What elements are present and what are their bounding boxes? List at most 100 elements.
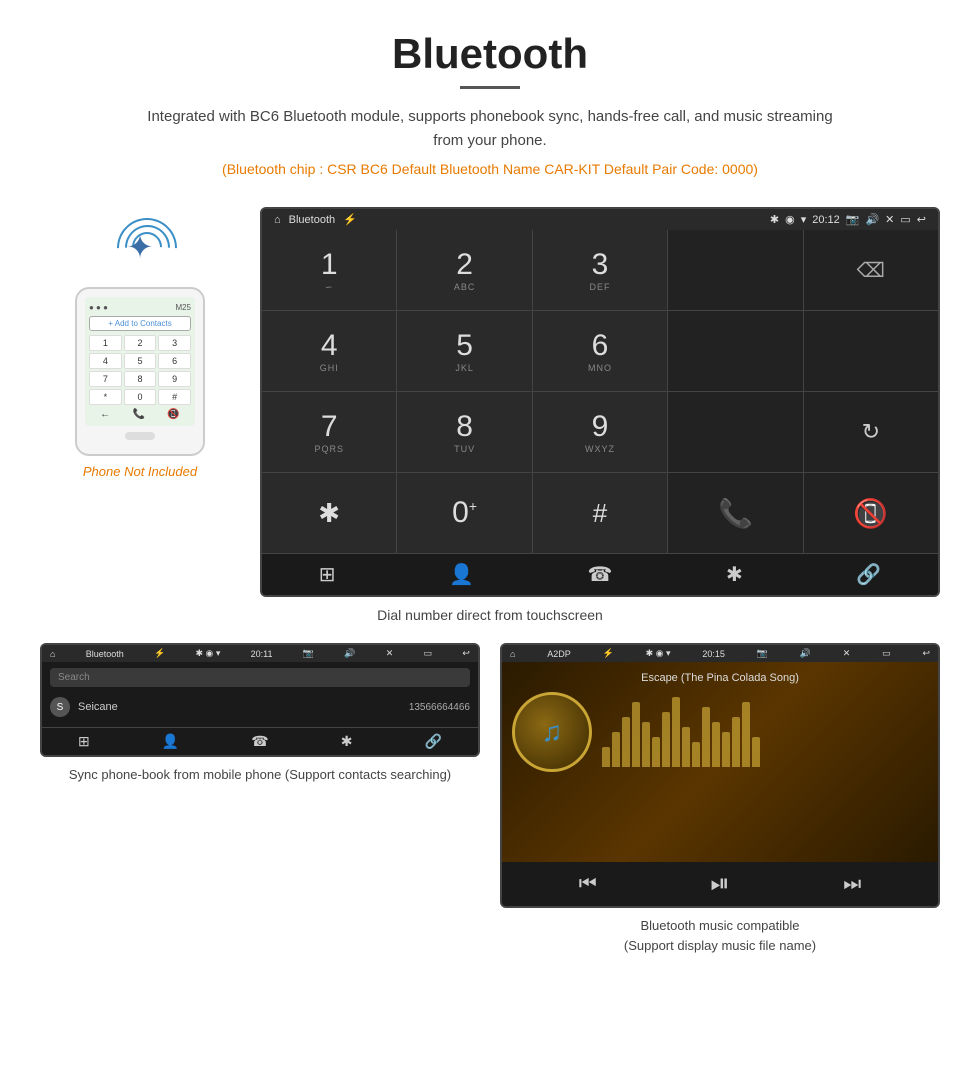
dial-backspace[interactable]: ⌫ [804, 230, 938, 310]
phone-key-7[interactable]: 7 [89, 371, 122, 387]
page-description: Integrated with BC6 Bluetooth module, su… [140, 105, 840, 153]
ms-win[interactable]: ▭ [882, 648, 891, 659]
dial-caption: Dial number direct from touchscreen [0, 607, 980, 623]
contact-row[interactable]: S Seicane 13566664466 [50, 693, 470, 721]
pb-back[interactable]: ↩ [462, 648, 470, 659]
pb-home-icon[interactable]: ⌂ [50, 649, 55, 659]
dial-key-9[interactable]: 9 WXYZ [533, 392, 667, 472]
pb-nav-bt[interactable]: ✱ [341, 733, 353, 750]
pb-vol[interactable]: 🔊 [344, 648, 355, 659]
nav-phone-icon[interactable]: ☎ [588, 562, 613, 587]
phone-key-hash[interactable]: # [158, 389, 191, 405]
prev-track-button[interactable]: ⏮ [579, 873, 597, 896]
close-icon[interactable]: ✕ [885, 213, 894, 226]
phone-end-btn[interactable]: 📵 [167, 409, 179, 420]
dial-refresh[interactable]: ↻ [804, 392, 938, 472]
phone-key-0[interactable]: 0 [124, 389, 157, 405]
dial-key-star[interactable]: ✱ [262, 473, 396, 553]
phone-not-included-label: Phone Not Included [83, 464, 197, 479]
phone-key-star[interactable]: * [89, 389, 122, 405]
pb-nav-link[interactable]: 🔗 [425, 733, 442, 750]
dial-key-4[interactable]: 4 GHI [262, 311, 396, 391]
dial-key-0[interactable]: 0+ [397, 473, 531, 553]
nav-bluetooth-icon[interactable]: ✱ [726, 562, 743, 587]
dial-key-7[interactable]: 7 PQRS [262, 392, 396, 472]
pb-nav-apps[interactable]: ⊞ [78, 733, 90, 750]
music-controls: ⏮ ⏯ ⏭ [502, 862, 938, 906]
phone-screen-header: ● ● ● M25 [89, 303, 191, 312]
next-track-button[interactable]: ⏭ [843, 873, 861, 896]
phone-call-btn[interactable]: 📞 [133, 409, 145, 420]
car-status-bar: ⌂ Bluetooth ⚡ ✱ ◉ ▾ 20:12 📷 🔊 ✕ ▭ ↩ [262, 209, 938, 230]
phone-key-1[interactable]: 1 [89, 335, 122, 351]
dial-empty-4 [668, 392, 802, 472]
phone-key-5[interactable]: 5 [124, 353, 157, 369]
nav-link-icon[interactable]: 🔗 [856, 562, 881, 587]
ms-title: A2DP [547, 649, 571, 659]
camera-icon[interactable]: 📷 [846, 213, 860, 226]
eq-bar [632, 702, 640, 767]
eq-bar [722, 732, 730, 767]
dial-key-5[interactable]: 5 JKL [397, 311, 531, 391]
nav-contacts-icon[interactable]: 👤 [449, 562, 474, 587]
pb-nav-phone[interactable]: ☎ [251, 733, 268, 750]
play-pause-button[interactable]: ⏯ [710, 870, 729, 898]
music-screen-item: ⌂ A2DP ⚡ ✱ ◉ ▾ 20:15 📷 🔊 ✕ ▭ ↩ Escape (T… [500, 643, 940, 955]
location-icon: ◉ [785, 213, 795, 226]
phone-add-contact[interactable]: + Add to Contacts [89, 316, 191, 331]
eq-bar [752, 737, 760, 767]
pb-camera[interactable]: 📷 [303, 648, 314, 659]
ms-close[interactable]: ✕ [843, 648, 851, 659]
dial-key-8[interactable]: 8 TUV [397, 392, 531, 472]
phonebook-search[interactable]: Search [50, 668, 470, 687]
pb-win[interactable]: ▭ [424, 648, 433, 659]
equalizer-visual [602, 697, 928, 767]
window-icon[interactable]: ▭ [900, 213, 910, 226]
status-time: 20:12 [812, 214, 840, 226]
dial-key-hash[interactable]: # [533, 473, 667, 553]
car-bottom-nav: ⊞ 👤 ☎ ✱ 🔗 [262, 553, 938, 595]
eq-bar [622, 717, 630, 767]
phone-back-btn[interactable]: ← [100, 409, 110, 420]
eq-bar [742, 702, 750, 767]
contact-avatar: S [50, 697, 70, 717]
bottom-screens: ⌂ Bluetooth ⚡ ✱ ◉ ▾ 20:11 📷 🔊 ✕ ▭ ↩ Sear… [0, 643, 980, 955]
volume-icon[interactable]: 🔊 [865, 213, 879, 226]
pb-close[interactable]: ✕ [386, 648, 394, 659]
dial-call-green[interactable]: 📞 [668, 473, 802, 553]
eq-bar [602, 747, 610, 767]
eq-bar [692, 742, 700, 767]
ms-back[interactable]: ↩ [922, 648, 930, 659]
phone-mockup: ✦ ● ● ● M25 + Add to Contacts 1 2 3 4 5 … [40, 207, 240, 597]
back-icon[interactable]: ↩ [917, 213, 926, 226]
ms-vol[interactable]: 🔊 [800, 648, 811, 659]
ms-home-icon[interactable]: ⌂ [510, 649, 515, 659]
ms-camera[interactable]: 📷 [757, 648, 768, 659]
dial-key-3[interactable]: 3 DEF [533, 230, 667, 310]
phone-key-3[interactable]: 3 [158, 335, 191, 351]
nav-apps-icon[interactable]: ⊞ [319, 562, 336, 587]
music-status-bar: ⌂ A2DP ⚡ ✱ ◉ ▾ 20:15 📷 🔊 ✕ ▭ ↩ [502, 645, 938, 662]
phone-carrier: ● ● ● [89, 303, 108, 312]
status-title: Bluetooth [289, 214, 335, 226]
dial-key-1[interactable]: 1 ∽ [262, 230, 396, 310]
bluetooth-status-icon: ✱ [770, 213, 779, 226]
dial-call-red[interactable]: 📵 [804, 473, 938, 553]
phone-home-button[interactable] [125, 432, 155, 440]
ms-bt: ✱ ◉ ▾ [646, 648, 671, 659]
phone-key-9[interactable]: 9 [158, 371, 191, 387]
home-icon[interactable]: ⌂ [274, 214, 281, 226]
status-bar-left: ⌂ Bluetooth ⚡ [274, 213, 357, 226]
phonebook-content: Search S Seicane 13566664466 [42, 662, 478, 727]
pb-nav-contacts[interactable]: 👤 [162, 733, 179, 750]
bluetooth-specs: (Bluetooth chip : CSR BC6 Default Blueto… [20, 161, 960, 177]
phone-key-2[interactable]: 2 [124, 335, 157, 351]
dial-empty-3 [804, 311, 938, 391]
phone-key-4[interactable]: 4 [89, 353, 122, 369]
dial-key-6[interactable]: 6 MNO [533, 311, 667, 391]
phone-key-6[interactable]: 6 [158, 353, 191, 369]
eq-bar [612, 732, 620, 767]
phone-key-8[interactable]: 8 [124, 371, 157, 387]
eq-bar [662, 712, 670, 767]
dial-key-2[interactable]: 2 ABC [397, 230, 531, 310]
